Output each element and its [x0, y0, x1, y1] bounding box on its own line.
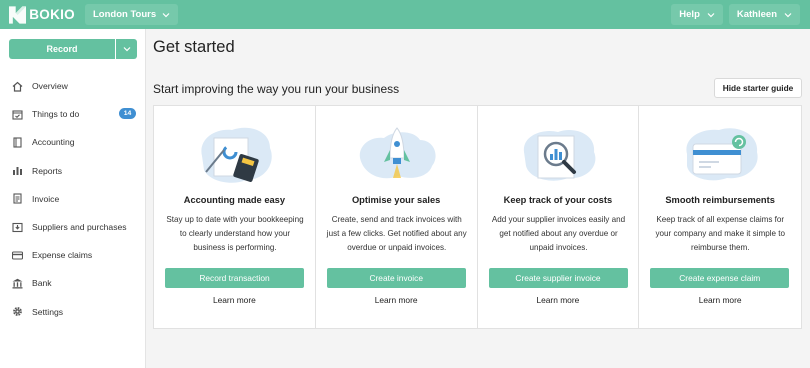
help-label: Help [679, 9, 700, 20]
chevron-down-icon [123, 47, 130, 52]
sidebar-item-label: Overview [32, 81, 68, 92]
magnifier-chart-icon [523, 130, 595, 181]
card-title: Smooth reimbursements [665, 195, 775, 205]
section-title: Start improving the way you run your bus… [153, 82, 400, 96]
create-supplier-invoice-button[interactable]: Create supplier invoice [488, 268, 628, 288]
sidebar-item-label: Reports [32, 165, 63, 176]
sidebar-item-suppliers[interactable]: Suppliers and purchases [0, 213, 146, 241]
learn-more-link[interactable]: Learn more [316, 295, 477, 305]
rocket-icon [359, 127, 436, 179]
record-split-button: Record [9, 39, 137, 59]
card-reimbursements: Smooth reimbursements Keep track of all … [639, 106, 801, 328]
card-sales: Optimise your sales Create, send and tra… [316, 106, 478, 328]
user-name: Kathleen [736, 9, 777, 20]
sidebar-item-things-to-do[interactable]: Things to do 14 [0, 100, 146, 128]
record-button[interactable]: Record [9, 39, 115, 59]
chevron-down-icon [162, 12, 170, 17]
learn-more-link[interactable]: Learn more [639, 295, 801, 305]
sidebar-item-label: Accounting [32, 137, 75, 148]
gear-icon [12, 306, 23, 317]
card-title: Accounting made easy [183, 195, 285, 205]
user-menu[interactable]: Kathleen [728, 4, 800, 25]
bokio-logo-icon [9, 5, 27, 24]
record-dropdown-button[interactable] [116, 39, 137, 59]
learn-more-link[interactable]: Learn more [478, 295, 639, 305]
invoice-icon [12, 193, 23, 204]
card-icon [12, 250, 23, 261]
card-description: Stay up to date with your bookkeeping to… [166, 215, 304, 252]
sidebar-item-label: Bank [32, 278, 52, 289]
sidebar-nav: Overview Things to do 14 Accounting Repo… [0, 72, 146, 326]
sidebar-item-reports[interactable]: Reports [0, 157, 146, 185]
bar-chart-icon [12, 165, 23, 176]
calendar-check-icon [12, 109, 23, 120]
card-description: Create, send and track invoices with jus… [326, 215, 467, 252]
company-switcher[interactable]: London Tours [85, 4, 179, 25]
starter-guide-cards: Accounting made easy Stay up to date wit… [153, 105, 802, 329]
card-costs: Keep track of your costs Add your suppli… [478, 106, 640, 328]
bokio-logo[interactable]: BOKIO [9, 5, 75, 24]
calculator-icon [201, 127, 272, 183]
sidebar-item-label: Expense claims [32, 250, 93, 261]
sidebar-item-expense-claims[interactable]: Expense claims [0, 241, 146, 269]
chevron-down-icon [784, 12, 792, 17]
sidebar-item-accounting[interactable]: Accounting [0, 128, 146, 156]
card-accounting: Accounting made easy Stay up to date wit… [154, 106, 316, 328]
sidebar-item-bank[interactable]: Bank [0, 269, 146, 297]
sidebar-item-label: Invoice [32, 193, 60, 204]
card-description: Keep track of all expense claims for you… [655, 215, 786, 252]
sidebar-item-label: Suppliers and purchases [32, 222, 127, 233]
page-title: Get started [153, 38, 235, 56]
home-icon [12, 81, 23, 92]
sidebar-item-label: Things to do [32, 109, 80, 120]
card-title: Keep track of your costs [503, 195, 613, 205]
hide-starter-guide-button[interactable]: Hide starter guide [714, 78, 802, 98]
refund-card-icon [686, 128, 758, 181]
brand-name: BOKIO [29, 7, 75, 22]
chevron-down-icon [707, 12, 715, 17]
book-icon [12, 137, 23, 148]
sidebar-item-overview[interactable]: Overview [0, 72, 146, 100]
company-name: London Tours [93, 9, 157, 20]
record-transaction-button[interactable]: Record transaction [165, 268, 304, 288]
sidebar-item-settings[interactable]: Settings [0, 298, 146, 326]
todo-count-badge: 14 [119, 108, 136, 120]
sidebar: Record Overview Things to do 14 Accounti… [0, 29, 146, 368]
top-bar: BOKIO London Tours Help Kathleen [0, 0, 810, 29]
help-menu[interactable]: Help [671, 4, 723, 25]
create-expense-claim-button[interactable]: Create expense claim [650, 268, 790, 288]
create-invoice-button[interactable]: Create invoice [326, 268, 466, 288]
inbox-icon [12, 222, 23, 233]
card-title: Optimise your sales [351, 195, 441, 205]
bank-icon [12, 278, 23, 289]
learn-more-link[interactable]: Learn more [154, 295, 315, 305]
sidebar-item-invoice[interactable]: Invoice [0, 185, 146, 213]
card-description: Add your supplier invoices easily and ge… [491, 215, 626, 252]
sidebar-item-label: Settings [32, 306, 64, 317]
